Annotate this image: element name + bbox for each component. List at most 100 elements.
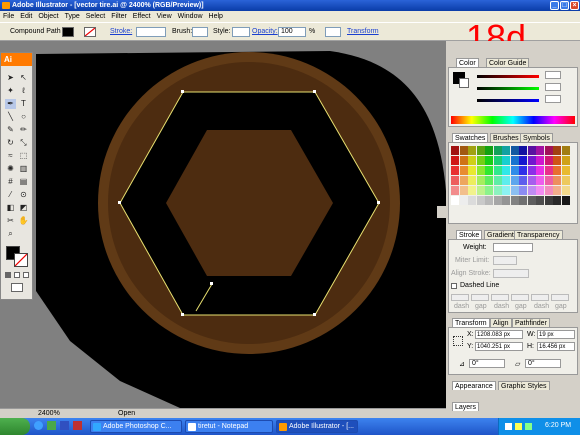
swatch[interactable] <box>536 196 544 205</box>
swatch[interactable] <box>527 166 536 175</box>
quicklaunch-icon-4[interactable] <box>73 421 82 430</box>
swatch[interactable] <box>493 196 502 205</box>
menu-edit[interactable]: Edit <box>17 11 35 22</box>
red-slider[interactable] <box>477 75 539 78</box>
dash-field-3[interactable] <box>531 294 549 301</box>
tray-icon-3[interactable] <box>525 423 532 430</box>
swatch[interactable] <box>502 146 510 155</box>
swatch[interactable] <box>485 176 493 185</box>
tray-icon-1[interactable] <box>505 423 512 430</box>
tab-symbols[interactable]: Symbols <box>520 133 553 142</box>
tab-align[interactable]: Align <box>490 318 512 327</box>
clock[interactable]: 6:20 PM <box>545 422 571 429</box>
swatch[interactable] <box>451 156 459 165</box>
screen-mode-icon[interactable] <box>11 283 23 292</box>
menu-view[interactable]: View <box>154 11 175 22</box>
menu-window[interactable]: Window <box>175 11 206 22</box>
swatch[interactable] <box>485 166 493 175</box>
swatch[interactable] <box>493 156 502 165</box>
brush-dropdown[interactable] <box>192 27 208 37</box>
swatch[interactable] <box>493 176 502 185</box>
opacity-field[interactable]: 100 <box>278 27 306 37</box>
swatch[interactable] <box>536 146 544 155</box>
swatch[interactable] <box>561 156 570 165</box>
swatch[interactable] <box>468 176 476 185</box>
swatch[interactable] <box>553 186 561 195</box>
menu-effect[interactable]: Effect <box>130 11 154 22</box>
menu-type[interactable]: Type <box>62 11 83 22</box>
lasso-tool-icon[interactable]: ℓ <box>18 86 29 96</box>
color-spectrum[interactable] <box>451 116 575 124</box>
scissors-tool-icon[interactable]: ✂ <box>5 216 16 226</box>
tab-brushes[interactable]: Brushes <box>490 133 522 142</box>
swatch[interactable] <box>553 196 561 205</box>
swatch[interactable] <box>468 186 476 195</box>
style-dropdown[interactable] <box>232 27 250 37</box>
y-field[interactable]: 1040.251 px <box>475 342 523 351</box>
tab-layers[interactable]: Layers <box>452 402 480 411</box>
swatch[interactable] <box>544 156 553 165</box>
swatch[interactable] <box>536 156 544 165</box>
swatch[interactable] <box>451 146 459 155</box>
tab-color-guide[interactable]: Color Guide <box>486 58 530 67</box>
h-field[interactable]: 16.456 px <box>537 342 575 351</box>
hand-tool-icon[interactable]: ✋ <box>18 216 29 226</box>
gradient-mode-icon[interactable] <box>14 272 20 278</box>
swatch[interactable] <box>527 196 536 205</box>
swatch[interactable] <box>476 186 485 195</box>
dash-field-1[interactable] <box>451 294 469 301</box>
gap-field-2[interactable] <box>511 294 529 301</box>
ellipse-tool-icon[interactable]: ○ <box>18 112 29 122</box>
swatch[interactable] <box>510 196 519 205</box>
mesh-tool-icon[interactable]: # <box>5 177 16 187</box>
paintbrush-tool-icon[interactable]: ✎ <box>5 125 16 135</box>
weight-field[interactable] <box>493 243 533 252</box>
menu-object[interactable]: Object <box>35 11 61 22</box>
swatch[interactable] <box>451 176 459 185</box>
swatch[interactable] <box>527 176 536 185</box>
quicklaunch-icon-3[interactable] <box>60 421 69 430</box>
quicklaunch-icon-2[interactable] <box>47 421 56 430</box>
blue-value-field[interactable] <box>545 95 561 103</box>
swatch[interactable] <box>476 146 485 155</box>
swatch[interactable] <box>468 146 476 155</box>
tab-appearance[interactable]: Appearance <box>452 381 496 390</box>
swatch[interactable] <box>553 176 561 185</box>
swatch[interactable] <box>544 186 553 195</box>
swatch[interactable] <box>451 196 459 205</box>
tab-swatches[interactable]: Swatches <box>452 133 489 142</box>
swatch[interactable] <box>468 166 476 175</box>
swatch[interactable] <box>476 196 485 205</box>
shear-field[interactable]: 0° <box>525 359 561 368</box>
direct-selection-tool-icon[interactable]: ↖ <box>18 73 29 83</box>
tab-transparency[interactable]: Transparency <box>514 230 563 239</box>
swatch[interactable] <box>493 146 502 155</box>
swatch[interactable] <box>459 176 468 185</box>
swatch[interactable] <box>519 176 527 185</box>
blend-tool-icon[interactable]: ⊙ <box>18 190 29 200</box>
arrange-button[interactable] <box>325 27 341 37</box>
rotate-field[interactable]: 0° <box>469 359 505 368</box>
swatch[interactable] <box>544 166 553 175</box>
opacity-label[interactable]: Opacity: <box>252 28 278 35</box>
fill-color-swatch[interactable] <box>62 27 74 37</box>
maximize-button[interactable]: □ <box>560 1 569 10</box>
none-mode-icon[interactable] <box>23 272 29 278</box>
swatch[interactable] <box>561 176 570 185</box>
swatch[interactable] <box>527 156 536 165</box>
artwork-canvas[interactable] <box>0 41 446 408</box>
menu-filter[interactable]: Filter <box>108 11 130 22</box>
swatch[interactable] <box>544 176 553 185</box>
swatch[interactable] <box>459 196 468 205</box>
swatch[interactable] <box>553 166 561 175</box>
swatch[interactable] <box>519 186 527 195</box>
dash-field-2[interactable] <box>491 294 509 301</box>
swatch[interactable] <box>459 156 468 165</box>
swatch[interactable] <box>510 166 519 175</box>
swatch[interactable] <box>561 196 570 205</box>
quicklaunch-ie-icon[interactable] <box>34 421 43 430</box>
task-notepad[interactable]: tiretut - Notepad <box>185 420 273 433</box>
swatch[interactable] <box>468 156 476 165</box>
selection-tool-icon[interactable]: ➤ <box>5 73 16 83</box>
type-tool-icon[interactable]: T <box>18 99 29 109</box>
